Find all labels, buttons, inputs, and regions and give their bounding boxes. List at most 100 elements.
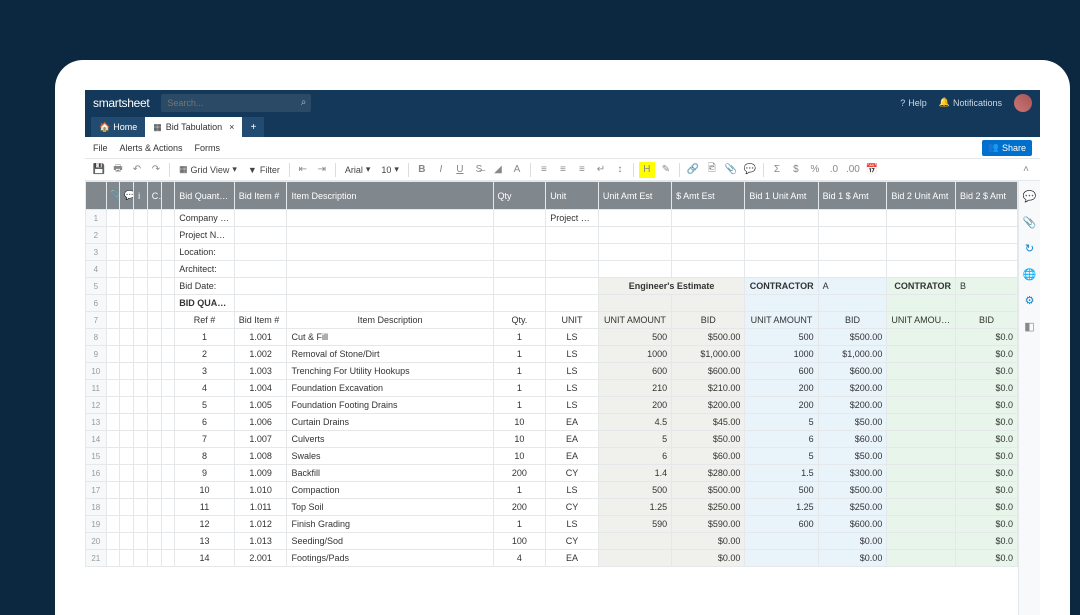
cell[interactable] xyxy=(106,329,120,346)
cell[interactable] xyxy=(147,244,161,261)
row-number[interactable]: 11 xyxy=(86,380,107,397)
cell[interactable] xyxy=(598,210,671,227)
cell[interactable] xyxy=(818,244,887,261)
image-icon[interactable]: 🖻 xyxy=(704,162,720,178)
menu-alerts[interactable]: Alerts & Actions xyxy=(120,143,183,153)
rail-activity-icon[interactable]: ↻ xyxy=(1023,241,1037,255)
unit[interactable]: LS xyxy=(546,516,599,533)
cell[interactable] xyxy=(234,261,287,278)
cell[interactable] xyxy=(161,244,175,261)
cell[interactable] xyxy=(147,482,161,499)
col-bid-quantities[interactable]: Bid Quantities xyxy=(175,182,235,210)
bold-icon[interactable]: B xyxy=(414,162,430,178)
qty[interactable]: 10 xyxy=(493,414,546,431)
cb-bid[interactable]: $0.0 xyxy=(956,431,1018,448)
cell[interactable] xyxy=(234,295,287,312)
cell[interactable] xyxy=(887,210,956,227)
unit[interactable]: EA xyxy=(546,550,599,567)
cell[interactable] xyxy=(161,516,175,533)
row-number[interactable]: 18 xyxy=(86,499,107,516)
sub-unit[interactable]: UNIT xyxy=(546,312,599,329)
cell[interactable] xyxy=(818,210,887,227)
cell[interactable] xyxy=(134,482,148,499)
cell[interactable] xyxy=(147,516,161,533)
cell[interactable] xyxy=(161,295,175,312)
cell[interactable] xyxy=(598,227,671,244)
cell[interactable] xyxy=(147,312,161,329)
col-bid1-unit[interactable]: Bid 1 Unit Amt xyxy=(745,182,818,210)
row-number[interactable]: 12 xyxy=(86,397,107,414)
qty[interactable]: 1 xyxy=(493,346,546,363)
rail-comment-icon[interactable]: 💬 xyxy=(1023,189,1037,203)
cell[interactable] xyxy=(546,295,599,312)
cell[interactable] xyxy=(745,210,818,227)
desc[interactable]: Footings/Pads xyxy=(287,550,493,567)
qty[interactable]: 4 xyxy=(493,550,546,567)
cell[interactable] xyxy=(147,397,161,414)
cell[interactable] xyxy=(234,244,287,261)
cb-bid[interactable]: $0.0 xyxy=(956,550,1018,567)
bid-item[interactable]: 1.003 xyxy=(234,363,287,380)
eng-unit[interactable]: 1000 xyxy=(598,346,671,363)
cell[interactable] xyxy=(147,329,161,346)
cell[interactable] xyxy=(161,448,175,465)
strike-icon[interactable]: S̶ xyxy=(471,162,487,178)
info-label[interactable]: Location: xyxy=(175,244,235,261)
eng-bid[interactable]: $45.00 xyxy=(672,414,745,431)
row-number[interactable]: 7 xyxy=(86,312,107,329)
ref[interactable]: 11 xyxy=(175,499,235,516)
engineers-estimate[interactable]: Engineer's Estimate xyxy=(598,278,745,295)
cell[interactable] xyxy=(120,278,134,295)
ca-bid[interactable]: $0.00 xyxy=(818,533,887,550)
eng-unit[interactable] xyxy=(598,533,671,550)
row-number[interactable]: 6 xyxy=(86,295,107,312)
info-label[interactable]: Project Name: xyxy=(175,227,235,244)
row-number[interactable]: 21 xyxy=(86,550,107,567)
cb-bid[interactable]: $0.0 xyxy=(956,397,1018,414)
cb-bid[interactable]: $0.0 xyxy=(956,516,1018,533)
sub-unit-amt[interactable]: UNIT AMOUNT xyxy=(745,312,818,329)
cell[interactable] xyxy=(134,363,148,380)
ca-bid[interactable]: $60.00 xyxy=(818,431,887,448)
undo-icon[interactable]: ↶ xyxy=(129,162,145,178)
cell[interactable] xyxy=(147,346,161,363)
cell[interactable] xyxy=(106,210,120,227)
cell[interactable] xyxy=(147,533,161,550)
cell[interactable] xyxy=(147,295,161,312)
cell[interactable] xyxy=(161,431,175,448)
cell[interactable] xyxy=(120,380,134,397)
info-label[interactable]: Architect: xyxy=(175,261,235,278)
row-number[interactable]: 20 xyxy=(86,533,107,550)
cb-bid[interactable]: $0.0 xyxy=(956,465,1018,482)
tab-home[interactable]: 🏠Home xyxy=(91,117,145,137)
unit[interactable]: LS xyxy=(546,329,599,346)
eng-bid[interactable]: $1,000.00 xyxy=(672,346,745,363)
cell[interactable] xyxy=(106,227,120,244)
eng-unit[interactable]: 600 xyxy=(598,363,671,380)
bid-item[interactable]: 1.002 xyxy=(234,346,287,363)
cell[interactable] xyxy=(161,380,175,397)
ca-bid[interactable]: $300.00 xyxy=(818,465,887,482)
cb-unit[interactable] xyxy=(887,363,956,380)
unit[interactable]: LS xyxy=(546,482,599,499)
ref[interactable]: 7 xyxy=(175,431,235,448)
cell[interactable] xyxy=(120,465,134,482)
cell[interactable] xyxy=(493,261,546,278)
ref[interactable]: 3 xyxy=(175,363,235,380)
ref[interactable]: 13 xyxy=(175,533,235,550)
desc[interactable]: Removal of Stone/Dirt xyxy=(287,346,493,363)
eng-bid[interactable]: $590.00 xyxy=(672,516,745,533)
cell[interactable] xyxy=(745,244,818,261)
rail-app-icon[interactable]: ◧ xyxy=(1023,319,1037,333)
cell[interactable] xyxy=(147,380,161,397)
row-number[interactable]: 2 xyxy=(86,227,107,244)
ca-bid[interactable]: $500.00 xyxy=(818,482,887,499)
cell[interactable] xyxy=(672,295,745,312)
cell[interactable] xyxy=(106,482,120,499)
cb-unit[interactable] xyxy=(887,397,956,414)
cb-unit[interactable] xyxy=(887,346,956,363)
cell[interactable] xyxy=(161,533,175,550)
cell[interactable] xyxy=(106,431,120,448)
qty[interactable]: 10 xyxy=(493,431,546,448)
cell[interactable] xyxy=(120,414,134,431)
